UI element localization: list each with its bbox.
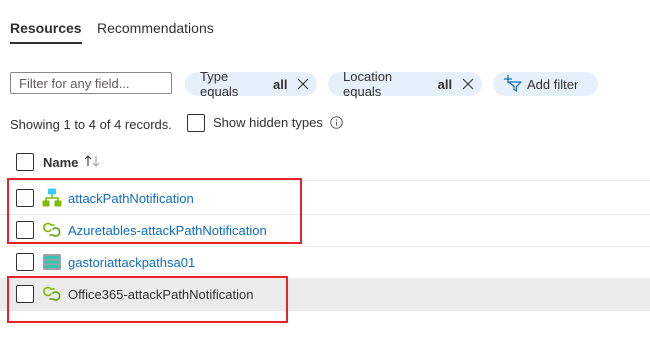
location-filter-pill[interactable]: Location equals all: [328, 69, 482, 99]
row-checkbox[interactable]: [16, 253, 34, 271]
sort-icon[interactable]: [84, 154, 102, 171]
active-tab-underline: [10, 42, 82, 44]
close-icon[interactable]: [454, 72, 482, 96]
tab-resources[interactable]: Resources: [10, 20, 82, 44]
api-connection-icon: [43, 286, 61, 301]
table-row: Azuretables-attackPathNotification: [0, 214, 650, 247]
add-filter-label: Add filter: [527, 76, 579, 92]
row-checkbox[interactable]: [16, 221, 34, 239]
add-filter-icon: [503, 74, 523, 95]
name-column-header[interactable]: Name: [43, 155, 78, 170]
show-hidden-types-checkbox[interactable]: [187, 114, 205, 132]
filter-input[interactable]: [10, 72, 172, 94]
row-checkbox[interactable]: [16, 285, 34, 303]
type-filter-value: all: [272, 76, 288, 92]
location-filter-value: all: [437, 76, 453, 92]
logic-app-icon: [42, 188, 62, 207]
tab-recommendations[interactable]: Recommendations: [97, 20, 214, 36]
show-hidden-types-label: Show hidden types: [213, 115, 323, 130]
tab-recommendations-label: Recommendations: [97, 20, 214, 36]
info-icon[interactable]: [330, 116, 343, 132]
table-row: attackPathNotification: [0, 182, 650, 215]
row-name-link[interactable]: attackPathNotification: [68, 191, 194, 206]
table-row: Office365-attackPathNotification: [0, 278, 650, 311]
type-filter-label: Type equals: [200, 69, 239, 99]
storage-account-icon: [43, 254, 61, 270]
location-filter-label: Location equals: [343, 69, 393, 99]
add-filter-button[interactable]: Add filter: [493, 72, 598, 96]
table-row: gastoriattackpathsa01: [0, 246, 650, 279]
row-name-link[interactable]: gastoriattackpathsa01: [68, 255, 195, 270]
api-connection-icon: [43, 222, 61, 237]
select-all-checkbox[interactable]: [16, 153, 34, 171]
tab-bar: Resources Recommendations: [10, 0, 650, 46]
row-checkbox[interactable]: [16, 189, 34, 207]
records-count-text: Showing 1 to 4 of 4 records.: [10, 117, 172, 132]
close-icon[interactable]: [289, 72, 317, 96]
type-filter-pill[interactable]: Type equals all: [185, 69, 317, 99]
row-name-link[interactable]: Office365-attackPathNotification: [68, 287, 253, 302]
table-header: Name: [0, 146, 650, 181]
tab-resources-label: Resources: [10, 20, 82, 36]
row-name-link[interactable]: Azuretables-attackPathNotification: [68, 223, 267, 238]
